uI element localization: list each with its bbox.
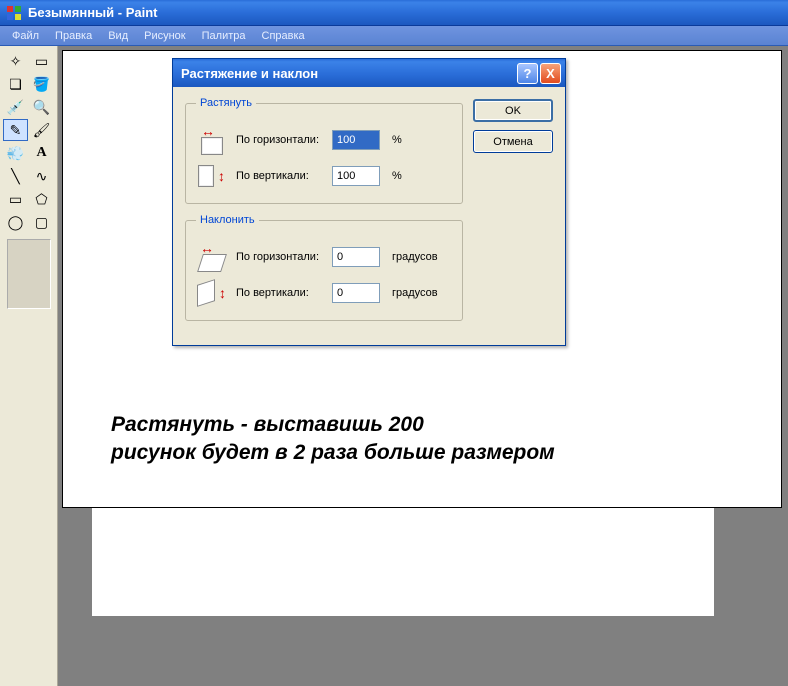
skew-h-input[interactable] (332, 247, 380, 267)
tool-freeform-select[interactable]: ✧ (3, 50, 28, 72)
tool-grid: ✧ ▭ ❏ 🪣 💉 🔍 ✎ 🖌 💨 A ╲ ∿ ▭ ⬠ ◯ ▢ (3, 50, 54, 233)
tool-curve[interactable]: ∿ (29, 165, 54, 187)
ok-button[interactable]: OK (473, 99, 553, 122)
stretch-legend: Растянуть (196, 97, 256, 109)
tool-eraser[interactable]: ❏ (3, 73, 28, 95)
tool-ellipse[interactable]: ◯ (3, 211, 28, 233)
menu-edit[interactable]: Правка (47, 27, 100, 45)
tool-text[interactable]: A (29, 142, 54, 164)
tool-pencil[interactable]: ✎ (3, 119, 28, 141)
tool-line[interactable]: ╲ (3, 165, 28, 187)
stretch-h-label: По горизонтали: (236, 134, 324, 146)
skew-h-label: По горизонтали: (236, 251, 324, 263)
tool-polygon[interactable]: ⬠ (29, 188, 54, 210)
menu-file[interactable]: Файл (4, 27, 47, 45)
dialog-title: Растяжение и наклон (181, 66, 318, 81)
stretch-h-unit: % (392, 134, 402, 146)
skew-v-icon: ↕ (196, 278, 228, 308)
skew-v-unit: градусов (392, 287, 438, 299)
skew-h-unit: градусов (392, 251, 438, 263)
stretch-h-input[interactable] (332, 130, 380, 150)
tool-brush[interactable]: 🖌 (29, 119, 54, 141)
paint-app-icon (6, 5, 22, 21)
stretch-v-unit: % (392, 170, 402, 182)
skew-h-icon: ↔ (196, 242, 228, 272)
tool-eyedropper[interactable]: 💉 (3, 96, 28, 118)
tool-rect-select[interactable]: ▭ (29, 50, 54, 72)
menu-view[interactable]: Вид (100, 27, 136, 45)
canvas-text-line2: рисунок будет в 2 раза больше размером (111, 439, 555, 467)
app-titlebar: Безымянный - Paint (0, 0, 788, 26)
toolbox: ✧ ▭ ❏ 🪣 💉 🔍 ✎ 🖌 💨 A ╲ ∿ ▭ ⬠ ◯ ▢ (0, 46, 58, 686)
canvas-bottom-extension (92, 508, 714, 616)
menu-colors[interactable]: Палитра (194, 27, 254, 45)
tool-magnifier[interactable]: 🔍 (29, 96, 54, 118)
canvas-text-line1: Растянуть - выставишь 200 (111, 411, 555, 439)
tool-airbrush[interactable]: 💨 (3, 142, 28, 164)
menu-image[interactable]: Рисунок (136, 27, 194, 45)
stretch-v-icon: ↕ (196, 161, 228, 191)
stretch-h-icon: ↔ (196, 125, 228, 155)
stretch-group: Растянуть ↔ По горизонтали: % (185, 97, 463, 204)
skew-v-input[interactable] (332, 283, 380, 303)
stretch-v-label: По вертикали: (236, 170, 324, 182)
dialog-close-button[interactable]: X (540, 63, 561, 84)
tool-rounded-rect[interactable]: ▢ (29, 211, 54, 233)
stretch-v-input[interactable] (332, 166, 380, 186)
skew-legend: Наклонить (196, 214, 259, 226)
dialog-body: Растянуть ↔ По горизонтали: % (173, 87, 565, 345)
stretch-skew-dialog: Растяжение и наклон ? X Растянуть ↔ По г… (172, 58, 566, 346)
dialog-titlebar[interactable]: Растяжение и наклон ? X (173, 59, 565, 87)
cancel-button[interactable]: Отмена (473, 130, 553, 153)
tool-rectangle[interactable]: ▭ (3, 188, 28, 210)
skew-group: Наклонить ↔ По горизонтали: градусов (185, 214, 463, 321)
menubar: Файл Правка Вид Рисунок Палитра Справка (0, 26, 788, 46)
skew-v-label: По вертикали: (236, 287, 324, 299)
dialog-help-button[interactable]: ? (517, 63, 538, 84)
canvas-text: Растянуть - выставишь 200 рисунок будет … (111, 411, 555, 467)
tool-options (7, 239, 51, 309)
window-title: Безымянный - Paint (28, 5, 157, 20)
tool-fill[interactable]: 🪣 (29, 73, 54, 95)
menu-help[interactable]: Справка (254, 27, 313, 45)
